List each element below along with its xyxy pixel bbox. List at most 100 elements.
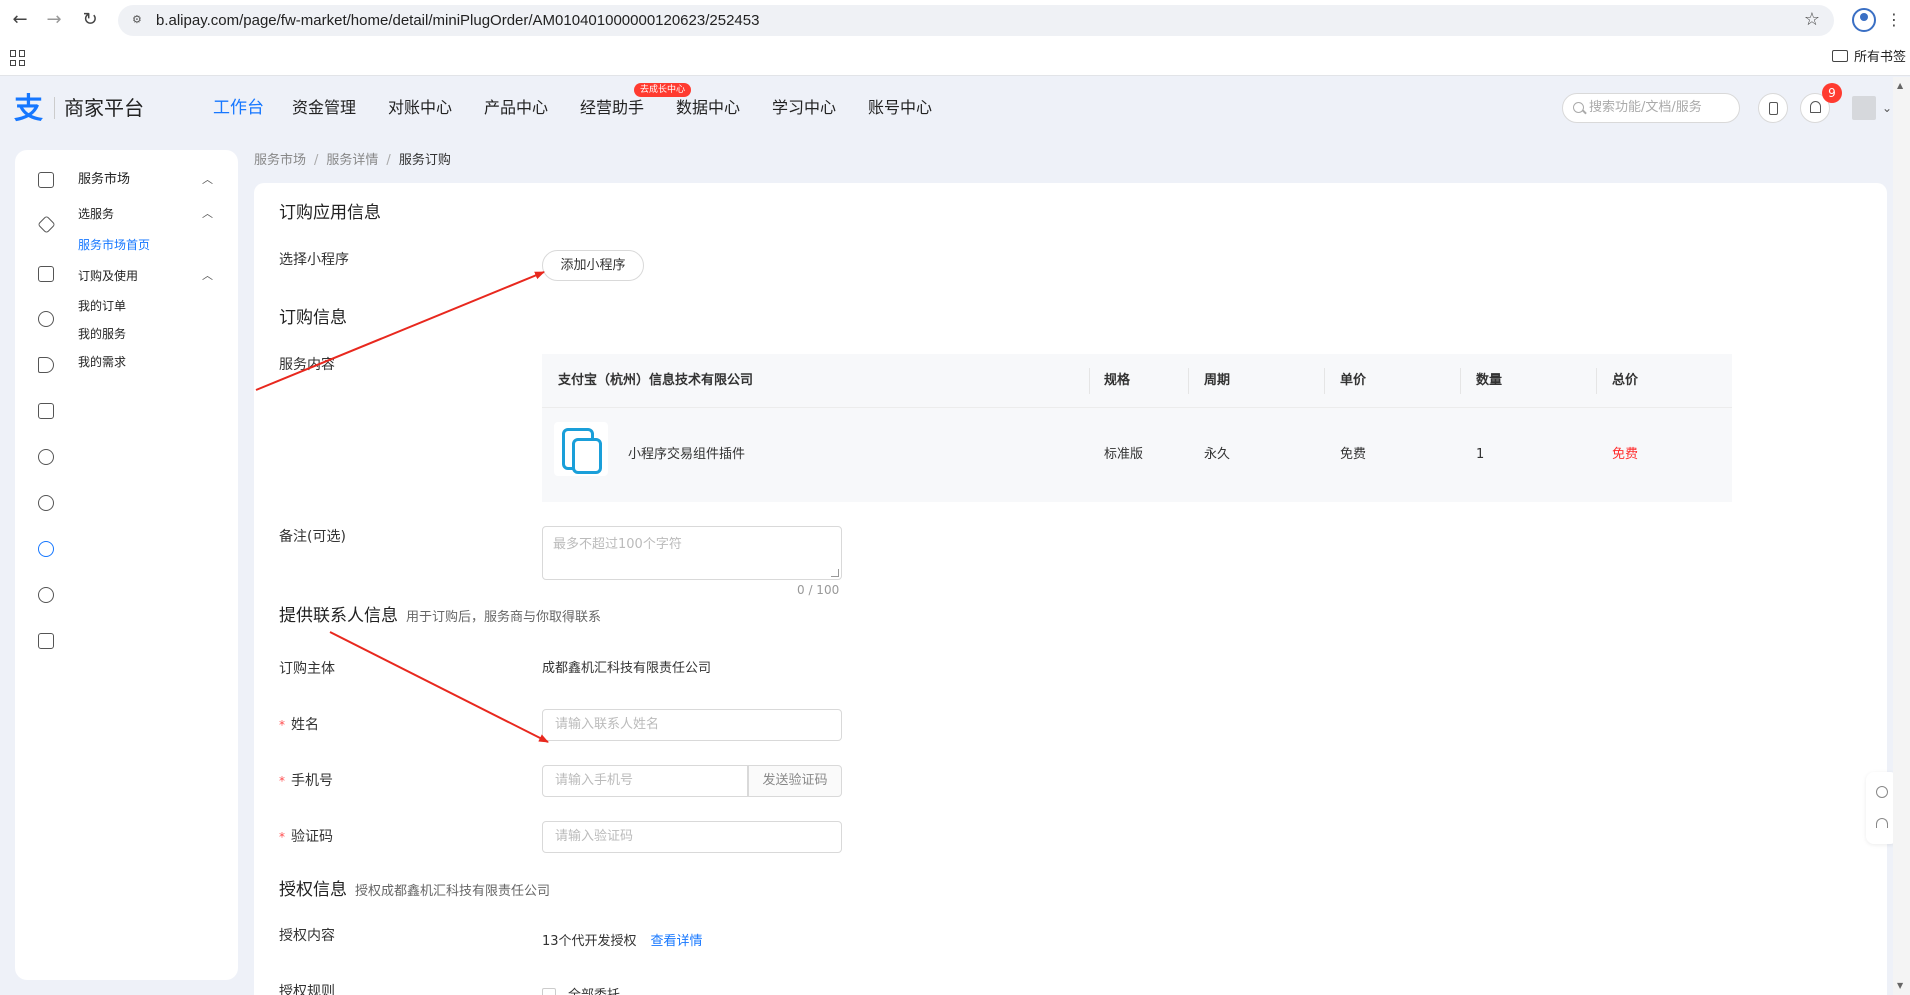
sidebar-item-my-demands[interactable]: 我的需求: [78, 353, 126, 371]
target-icon[interactable]: [38, 587, 54, 603]
delegate-all-checkbox[interactable]: [542, 988, 556, 995]
chevron-up-icon[interactable]: ︿: [202, 206, 213, 222]
service-table: 支付宝（杭州）信息技术有限公司 规格 周期 单价 数量 总价 小程序交易组件插件…: [542, 354, 1732, 502]
add-miniapp-button[interactable]: 添加小程序: [542, 250, 644, 281]
nav-products[interactable]: 产品中心: [484, 96, 548, 120]
forward-arrow-icon[interactable]: →: [42, 8, 66, 32]
bookmarks-bar: 所有书签: [0, 40, 1910, 76]
location-icon[interactable]: [38, 495, 54, 511]
all-bookmarks-label: 所有书签: [1854, 50, 1907, 65]
chevron-up-icon[interactable]: ︿: [202, 172, 213, 188]
help-icon[interactable]: [1876, 786, 1888, 798]
chevron-up-icon[interactable]: ︿: [202, 268, 213, 284]
column-unit-price: 单价: [1340, 373, 1367, 388]
product-quantity: 1: [1476, 447, 1485, 462]
megaphone-icon[interactable]: [38, 357, 54, 373]
nav-funds[interactable]: 资金管理: [292, 96, 356, 120]
back-arrow-icon[interactable]: ←: [8, 8, 32, 32]
nav-data[interactable]: 数据中心: [676, 96, 740, 120]
user-icon[interactable]: [38, 449, 54, 465]
contact-name-input[interactable]: 请输入联系人姓名: [542, 709, 842, 741]
required-mark: *: [279, 774, 285, 788]
avatar[interactable]: [1852, 96, 1876, 120]
brand-name[interactable]: 商家平台: [64, 94, 144, 122]
product-total: 免费: [1612, 447, 1639, 462]
auth-content-value: 13个代开发授权 查看详情: [542, 934, 703, 949]
section-title-order-info: 订购信息: [279, 308, 347, 328]
address-bar[interactable]: ⚙ b.alipay.com/page/fw-market/home/detai…: [118, 5, 1834, 36]
mobile-app-button[interactable]: [1758, 93, 1788, 123]
bookmark-star-icon[interactable]: ☆: [1804, 9, 1820, 31]
verification-code-input[interactable]: 请输入验证码: [542, 821, 842, 853]
column-spec: 规格: [1104, 373, 1131, 388]
bell-icon: [1810, 101, 1821, 113]
nav-workbench[interactable]: 工作台: [213, 96, 264, 120]
sidebar-item-order-usage[interactable]: 订购及使用: [78, 267, 138, 285]
growth-center-badge[interactable]: 去成长中心: [634, 83, 692, 97]
window-icon[interactable]: [38, 633, 54, 649]
required-mark: *: [279, 830, 285, 844]
column-total: 总价: [1612, 373, 1639, 388]
sidebar-item-my-orders[interactable]: 我的订单: [78, 297, 126, 315]
order-form-card: [254, 183, 1887, 995]
headset-icon[interactable]: [1876, 818, 1888, 828]
sidebar-item-service-market[interactable]: 服务市场: [78, 171, 130, 189]
phone-field-label: * 手机号: [279, 773, 333, 789]
remark-char-count: 0 / 100: [797, 583, 840, 597]
chevron-down-icon[interactable]: ⌄: [1882, 98, 1892, 118]
url-text[interactable]: b.alipay.com/page/fw-market/home/detail/…: [156, 5, 759, 36]
product-spec: 标准版: [1104, 447, 1144, 462]
store-icon[interactable]: [38, 172, 54, 188]
apps-icon[interactable]: [10, 50, 26, 66]
bulb-icon[interactable]: [38, 311, 54, 327]
sidebar-item-my-services[interactable]: 我的服务: [78, 325, 126, 343]
page-scrollbar[interactable]: ▲ ▼: [1893, 77, 1910, 995]
delegate-all-label[interactable]: 全部委托: [568, 986, 620, 995]
nav-reconciliation[interactable]: 对账中心: [388, 96, 452, 120]
breadcrumb-service-market[interactable]: 服务市场: [254, 153, 306, 168]
contact-title: 提供联系人信息: [279, 606, 398, 626]
contact-hint: 用于订购后，服务商与你取得联系: [406, 610, 602, 625]
sidebar-item-market-home[interactable]: 服务市场首页: [78, 236, 150, 254]
code-field-label: * 验证码: [279, 829, 333, 845]
column-quantity: 数量: [1476, 373, 1503, 388]
remark-textarea[interactable]: 最多不超过100个字符: [542, 526, 842, 580]
alipay-logo-icon[interactable]: 支: [14, 93, 44, 123]
resize-handle-icon[interactable]: [831, 569, 839, 577]
phone-icon: [1769, 102, 1778, 115]
auth-hint: 授权成都鑫机汇科技有限责任公司: [355, 884, 551, 899]
monitor-icon[interactable]: [38, 403, 54, 419]
vendor-name: 支付宝（杭州）信息技术有限公司: [558, 373, 754, 388]
all-bookmarks-folder[interactable]: 所有书签: [1832, 48, 1906, 68]
profile-icon[interactable]: [1852, 8, 1876, 32]
breadcrumb: 服务市场 / 服务详情 / 服务订购: [254, 153, 451, 168]
select-miniapp-label: 选择小程序: [279, 252, 349, 268]
view-details-link[interactable]: 查看详情: [651, 934, 703, 949]
menu-icon[interactable]: ⋮: [1886, 8, 1902, 32]
site-settings-icon[interactable]: ⚙: [132, 13, 148, 27]
required-mark: *: [279, 718, 285, 732]
reload-icon[interactable]: ↻: [78, 8, 102, 32]
auth-content-label: 授权内容: [279, 928, 335, 944]
phone-input[interactable]: 请输入手机号: [542, 765, 748, 797]
remark-label: 备注(可选): [279, 529, 346, 545]
sidebar-item-choose-service[interactable]: 选服务: [78, 205, 114, 223]
auth-title: 授权信息: [279, 880, 347, 900]
scroll-down-arrow-icon[interactable]: ▼: [1897, 981, 1903, 991]
product-unit-price: 免费: [1340, 447, 1367, 462]
name-field-label: * 姓名: [279, 717, 319, 733]
document-icon[interactable]: [38, 266, 54, 282]
column-period: 周期: [1204, 373, 1231, 388]
auth-rules-label: 授权规则: [279, 984, 335, 995]
service-content-label: 服务内容: [279, 357, 335, 373]
scroll-up-arrow-icon[interactable]: ▲: [1897, 81, 1903, 91]
nav-learning[interactable]: 学习中心: [772, 96, 836, 120]
send-code-button[interactable]: 发送验证码: [748, 765, 842, 797]
nav-business-assistant[interactable]: 经营助手: [580, 96, 644, 120]
breadcrumb-service-detail[interactable]: 服务详情: [326, 153, 378, 168]
nav-account[interactable]: 账号中心: [868, 96, 932, 120]
shield-check-icon[interactable]: [38, 541, 54, 557]
section-title-contact: 提供联系人信息 用于订购后，服务商与你取得联系: [279, 604, 601, 630]
header-search-input[interactable]: 搜索功能/文档/服务: [1562, 93, 1740, 123]
search-icon: [1573, 102, 1584, 113]
